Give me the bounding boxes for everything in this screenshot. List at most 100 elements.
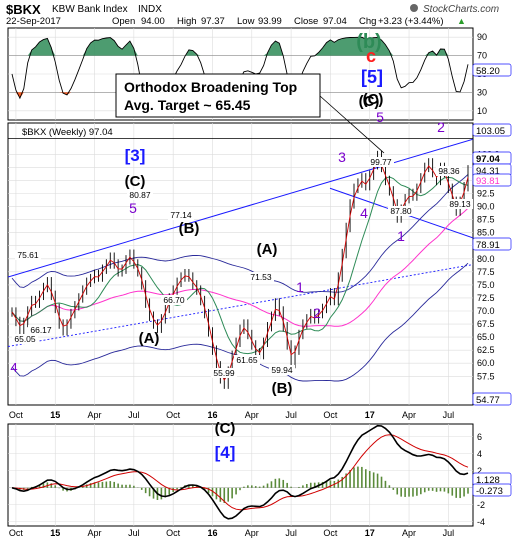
open-value: 94.00 <box>141 16 165 27</box>
price-pivot-label: 99.77 <box>370 157 392 167</box>
price-wave-label: (B) <box>272 380 293 397</box>
price-y-tick-label: 92.5 <box>477 189 495 199</box>
price-x-tick-label: Jul <box>285 410 297 420</box>
chart-name: KBW Bank Index <box>52 4 128 15</box>
price-x-tick-label: Oct <box>323 410 338 420</box>
price-pivot-label: 66.17 <box>30 325 52 335</box>
price-y-tick-label: 62.5 <box>477 345 495 355</box>
macd-x-tick-label: Apr <box>88 528 102 538</box>
close-value: 97.04 <box>323 16 347 27</box>
price-x-tick-label: 16 <box>207 410 217 420</box>
price-wave-label: (C) <box>215 420 236 437</box>
price-wave-label: 1 <box>397 228 405 244</box>
ind-y-tick-label: 30 <box>477 87 487 97</box>
price-pivot-label: 77.14 <box>170 210 192 220</box>
price-pivot-label: 89.13 <box>449 199 471 209</box>
axis-badge: 93.81 <box>476 176 500 187</box>
price-wave-label: (B) <box>179 220 200 237</box>
open-label: Open <box>112 16 135 27</box>
price-y-tick-label: 60.0 <box>477 358 495 368</box>
price-wave-label: 5 <box>376 109 384 125</box>
chg-arrow-icon: ▲ <box>457 16 466 26</box>
macd-y-tick-label: -2 <box>477 500 485 510</box>
price-wave-label: 1 <box>296 279 304 295</box>
ind-y-tick-label: 90 <box>477 32 487 42</box>
price-x-tick-label: 15 <box>50 410 60 420</box>
price-y-tick-label: 57.5 <box>477 371 495 381</box>
price-y-tick-label: 75.0 <box>477 280 495 290</box>
price-x-tick-label: Oct <box>166 410 181 420</box>
price-x-tick-label: Apr <box>402 410 416 420</box>
axis-badge: 78.91 <box>476 240 500 251</box>
ind-y-tick-label: 70 <box>477 51 487 61</box>
price-wave-label: (A) <box>257 241 278 258</box>
macd-x-tick-label: Oct <box>166 528 181 538</box>
ind-wave-label: [5] <box>361 67 383 87</box>
price-x-tick-label: Jul <box>443 410 455 420</box>
price-wave-label: [4] <box>215 443 236 462</box>
price-y-tick-label: 70.0 <box>477 306 495 316</box>
price-y-tick-label: 72.5 <box>477 293 495 303</box>
price-wave-label: (A) <box>139 330 160 347</box>
price-y-tick-label: 87.5 <box>477 215 495 225</box>
macd-x-tick-label: Apr <box>402 528 416 538</box>
macd-hist-last-value: -0.273 <box>476 486 503 497</box>
high-label: High <box>177 16 197 27</box>
price-wave-label: 2 <box>313 305 321 321</box>
bkx-chart: $BKX KBW Bank Index INDX StockCharts.com… <box>6 2 512 538</box>
price-x-tick-label: Apr <box>88 410 102 420</box>
price-x-tick-label: Oct <box>9 410 24 420</box>
price-y-tick-label: 90.0 <box>477 202 495 212</box>
price-y-tick-label: 65.0 <box>477 332 495 342</box>
chg-value: +3.23 (+3.44%) <box>378 16 444 27</box>
ind-wave-label: c <box>366 46 376 66</box>
axis-badge: 97.04 <box>476 154 500 165</box>
low-label: Low <box>237 16 255 27</box>
axis-badge: 103.05 <box>476 126 505 137</box>
price-pivot-label: 59.94 <box>271 365 293 375</box>
logo-text: StockCharts.com <box>423 4 499 15</box>
price-wave-label: (C) <box>125 173 146 190</box>
ind-last-value: 58.20 <box>476 66 500 77</box>
price-pivot-label: 75.61 <box>17 250 39 260</box>
chg-label: Chg <box>359 16 376 27</box>
price-y-tick-label: 67.5 <box>477 319 495 329</box>
close-label: Close <box>294 16 318 27</box>
price-pivot-label: 98.36 <box>438 166 460 176</box>
price-wave-label: 4 <box>360 205 368 221</box>
macd-x-tick-label: Oct <box>9 528 24 538</box>
price-wave-label: 4 <box>10 360 17 375</box>
price-x-tick-label: 17 <box>365 410 375 420</box>
macd-y-tick-label: -4 <box>477 517 485 527</box>
price-y-tick-label: 85.0 <box>477 228 495 238</box>
macd-y-tick-label: 6 <box>477 432 482 442</box>
price-wave-label: (C) <box>363 91 384 108</box>
chart-exchange: INDX <box>138 4 162 15</box>
macd-x-tick-label: 17 <box>365 528 375 538</box>
price-pivot-label: 80.87 <box>129 190 151 200</box>
chart-symbol: $BKX <box>6 2 41 17</box>
ind-y-tick-label: 10 <box>477 106 487 116</box>
price-pivot-label: 66.70 <box>163 295 185 305</box>
logo-icon <box>410 4 418 12</box>
price-y-tick-label: 80.0 <box>477 254 495 264</box>
macd-x-tick-label: Jul <box>443 528 455 538</box>
high-value: 97.37 <box>201 16 225 27</box>
price-x-tick-label: Apr <box>245 410 259 420</box>
low-value: 93.99 <box>258 16 282 27</box>
price-wave-label: [3] <box>125 146 146 165</box>
macd-x-tick-label: 15 <box>50 528 60 538</box>
price-pivot-label: 71.53 <box>250 272 272 282</box>
macd-x-tick-label: Jul <box>128 528 140 538</box>
chart-date: 22-Sep-2017 <box>6 16 61 27</box>
macd-x-tick-label: Oct <box>323 528 338 538</box>
price-wave-label: 5 <box>129 200 137 216</box>
price-pivot-label: 55.99 <box>213 368 235 378</box>
macd-x-tick-label: 16 <box>207 528 217 538</box>
price-x-tick-label: Jul <box>128 410 140 420</box>
price-legend: $BKX (Weekly) 97.04 <box>22 127 113 138</box>
axis-badge: 54.77 <box>476 395 500 406</box>
macd-x-tick-label: Apr <box>245 528 259 538</box>
price-pivot-label: 61.65 <box>236 355 258 365</box>
price-pivot-label: 65.05 <box>14 334 36 344</box>
